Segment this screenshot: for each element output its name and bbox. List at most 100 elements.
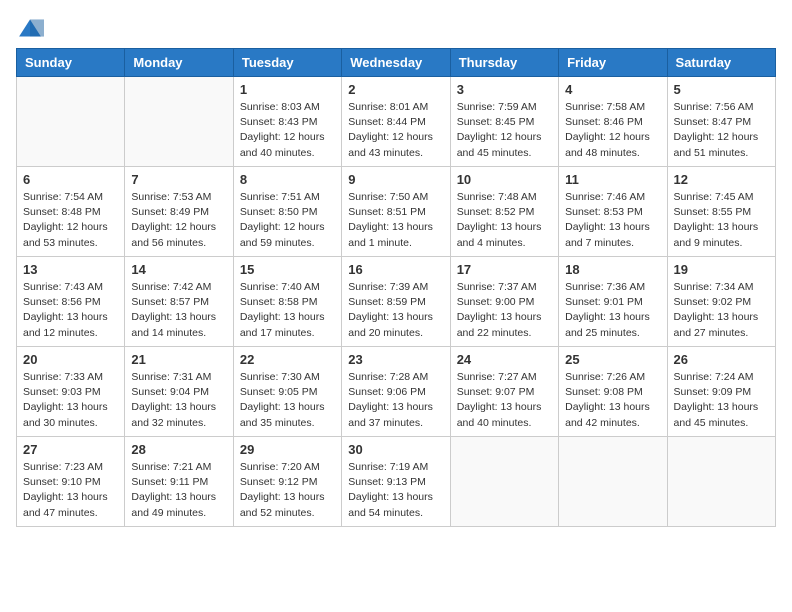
calendar-cell: 29 Sunrise: 7:20 AM Sunset: 9:12 PM Dayli… <box>233 437 341 527</box>
calendar-cell: 14Sunrise: 7:42 AM Sunset: 8:57 PM Dayli… <box>125 257 233 347</box>
calendar-cell: 28 Sunrise: 7:21 AM Sunset: 9:11 PM Dayli… <box>125 437 233 527</box>
day-info: Sunrise: 7:36 AM Sunset: 9:01 PM Dayligh… <box>565 280 660 341</box>
day-number: 13 <box>23 262 118 277</box>
day-number: 29 <box>240 442 335 457</box>
calendar-cell: 20 Sunrise: 7:33 AM Sunset: 9:03 PM Dayli… <box>17 347 125 437</box>
day-number: 7 <box>131 172 226 187</box>
day-info: Sunrise: 7:53 AM Sunset: 8:49 PM Dayligh… <box>131 190 226 251</box>
day-info: Sunrise: 7:39 AM Sunset: 8:59 PM Dayligh… <box>348 280 443 341</box>
logo-icon <box>16 16 44 40</box>
day-info: Sunrise: 7:43 AM Sunset: 8:56 PM Dayligh… <box>23 280 118 341</box>
day-info: Sunrise: 7:21 AM Sunset: 9:11 PM Dayligh… <box>131 460 226 521</box>
calendar-cell: 8Sunrise: 7:51 AM Sunset: 8:50 PM Daylig… <box>233 167 341 257</box>
day-info: Sunrise: 7:40 AM Sunset: 8:58 PM Dayligh… <box>240 280 335 341</box>
calendar-cell: 9 Sunrise: 7:50 AM Sunset: 8:51 PM Daylig… <box>342 167 450 257</box>
calendar-cell: 26 Sunrise: 7:24 AM Sunset: 9:09 PM Dayli… <box>667 347 775 437</box>
calendar-cell: 13 Sunrise: 7:43 AM Sunset: 8:56 PM Dayli… <box>17 257 125 347</box>
day-number: 4 <box>565 82 660 97</box>
day-number: 6 <box>23 172 118 187</box>
calendar-week-1: 1 Sunrise: 8:03 AM Sunset: 8:43 PM Daylig… <box>17 77 776 167</box>
day-number: 20 <box>23 352 118 367</box>
calendar-header-row: SundayMondayTuesdayWednesdayThursdayFrid… <box>17 49 776 77</box>
calendar-cell: 23 Sunrise: 7:28 AM Sunset: 9:06 PM Dayli… <box>342 347 450 437</box>
calendar-week-5: 27 Sunrise: 7:23 AM Sunset: 9:10 PM Dayli… <box>17 437 776 527</box>
day-info: Sunrise: 7:46 AM Sunset: 8:53 PM Dayligh… <box>565 190 660 251</box>
day-number: 24 <box>457 352 552 367</box>
day-header-wednesday: Wednesday <box>342 49 450 77</box>
day-info: Sunrise: 7:31 AM Sunset: 9:04 PM Dayligh… <box>131 370 226 431</box>
day-header-saturday: Saturday <box>667 49 775 77</box>
day-number: 2 <box>348 82 443 97</box>
calendar-cell: 12 Sunrise: 7:45 AM Sunset: 8:55 PM Dayli… <box>667 167 775 257</box>
day-number: 3 <box>457 82 552 97</box>
day-number: 11 <box>565 172 660 187</box>
header <box>16 16 776 40</box>
day-header-tuesday: Tuesday <box>233 49 341 77</box>
calendar-cell <box>667 437 775 527</box>
calendar-cell: 6 Sunrise: 7:54 AM Sunset: 8:48 PM Daylig… <box>17 167 125 257</box>
day-info: Sunrise: 7:45 AM Sunset: 8:55 PM Dayligh… <box>674 190 769 251</box>
day-number: 12 <box>674 172 769 187</box>
day-number: 10 <box>457 172 552 187</box>
day-info: Sunrise: 7:26 AM Sunset: 9:08 PM Dayligh… <box>565 370 660 431</box>
calendar-cell: 15 Sunrise: 7:40 AM Sunset: 8:58 PM Dayli… <box>233 257 341 347</box>
day-info: Sunrise: 7:54 AM Sunset: 8:48 PM Dayligh… <box>23 190 118 251</box>
day-info: Sunrise: 7:19 AM Sunset: 9:13 PM Dayligh… <box>348 460 443 521</box>
day-info: Sunrise: 7:59 AM Sunset: 8:45 PM Dayligh… <box>457 100 552 161</box>
day-number: 17 <box>457 262 552 277</box>
calendar-cell: 18Sunrise: 7:36 AM Sunset: 9:01 PM Dayli… <box>559 257 667 347</box>
calendar-cell: 24 Sunrise: 7:27 AM Sunset: 9:07 PM Dayli… <box>450 347 558 437</box>
day-number: 19 <box>674 262 769 277</box>
calendar-cell: 7 Sunrise: 7:53 AM Sunset: 8:49 PM Daylig… <box>125 167 233 257</box>
calendar-cell: 11 Sunrise: 7:46 AM Sunset: 8:53 PM Dayli… <box>559 167 667 257</box>
calendar-cell: 19 Sunrise: 7:34 AM Sunset: 9:02 PM Dayli… <box>667 257 775 347</box>
day-info: Sunrise: 7:28 AM Sunset: 9:06 PM Dayligh… <box>348 370 443 431</box>
day-number: 28 <box>131 442 226 457</box>
day-number: 9 <box>348 172 443 187</box>
calendar-cell: 1 Sunrise: 8:03 AM Sunset: 8:43 PM Daylig… <box>233 77 341 167</box>
day-number: 14 <box>131 262 226 277</box>
day-info: Sunrise: 7:37 AM Sunset: 9:00 PM Dayligh… <box>457 280 552 341</box>
day-info: Sunrise: 7:30 AM Sunset: 9:05 PM Dayligh… <box>240 370 335 431</box>
day-info: Sunrise: 7:23 AM Sunset: 9:10 PM Dayligh… <box>23 460 118 521</box>
day-number: 26 <box>674 352 769 367</box>
calendar-cell <box>17 77 125 167</box>
day-number: 5 <box>674 82 769 97</box>
day-info: Sunrise: 7:24 AM Sunset: 9:09 PM Dayligh… <box>674 370 769 431</box>
calendar-table: SundayMondayTuesdayWednesdayThursdayFrid… <box>16 48 776 527</box>
day-info: Sunrise: 7:20 AM Sunset: 9:12 PM Dayligh… <box>240 460 335 521</box>
calendar-cell: 2 Sunrise: 8:01 AM Sunset: 8:44 PM Daylig… <box>342 77 450 167</box>
calendar-cell: 22 Sunrise: 7:30 AM Sunset: 9:05 PM Dayli… <box>233 347 341 437</box>
calendar-cell <box>559 437 667 527</box>
calendar-cell: 5 Sunrise: 7:56 AM Sunset: 8:47 PM Daylig… <box>667 77 775 167</box>
calendar-week-2: 6 Sunrise: 7:54 AM Sunset: 8:48 PM Daylig… <box>17 167 776 257</box>
day-number: 30 <box>348 442 443 457</box>
day-info: Sunrise: 7:34 AM Sunset: 9:02 PM Dayligh… <box>674 280 769 341</box>
calendar-cell: 27 Sunrise: 7:23 AM Sunset: 9:10 PM Dayli… <box>17 437 125 527</box>
day-info: Sunrise: 7:33 AM Sunset: 9:03 PM Dayligh… <box>23 370 118 431</box>
calendar-cell: 10Sunrise: 7:48 AM Sunset: 8:52 PM Dayli… <box>450 167 558 257</box>
day-header-monday: Monday <box>125 49 233 77</box>
day-number: 15 <box>240 262 335 277</box>
day-number: 25 <box>565 352 660 367</box>
day-info: Sunrise: 8:01 AM Sunset: 8:44 PM Dayligh… <box>348 100 443 161</box>
day-info: Sunrise: 7:50 AM Sunset: 8:51 PM Dayligh… <box>348 190 443 251</box>
calendar-cell <box>125 77 233 167</box>
day-number: 22 <box>240 352 335 367</box>
calendar-cell <box>450 437 558 527</box>
day-header-sunday: Sunday <box>17 49 125 77</box>
calendar-cell: 16Sunrise: 7:39 AM Sunset: 8:59 PM Dayli… <box>342 257 450 347</box>
day-info: Sunrise: 7:51 AM Sunset: 8:50 PM Dayligh… <box>240 190 335 251</box>
day-info: Sunrise: 8:03 AM Sunset: 8:43 PM Dayligh… <box>240 100 335 161</box>
calendar-cell: 21Sunrise: 7:31 AM Sunset: 9:04 PM Dayli… <box>125 347 233 437</box>
day-number: 23 <box>348 352 443 367</box>
calendar-cell: 25 Sunrise: 7:26 AM Sunset: 9:08 PM Dayli… <box>559 347 667 437</box>
day-number: 27 <box>23 442 118 457</box>
calendar-cell: 30 Sunrise: 7:19 AM Sunset: 9:13 PM Dayli… <box>342 437 450 527</box>
day-header-thursday: Thursday <box>450 49 558 77</box>
day-info: Sunrise: 7:56 AM Sunset: 8:47 PM Dayligh… <box>674 100 769 161</box>
day-info: Sunrise: 7:58 AM Sunset: 8:46 PM Dayligh… <box>565 100 660 161</box>
day-info: Sunrise: 7:27 AM Sunset: 9:07 PM Dayligh… <box>457 370 552 431</box>
day-number: 1 <box>240 82 335 97</box>
day-header-friday: Friday <box>559 49 667 77</box>
